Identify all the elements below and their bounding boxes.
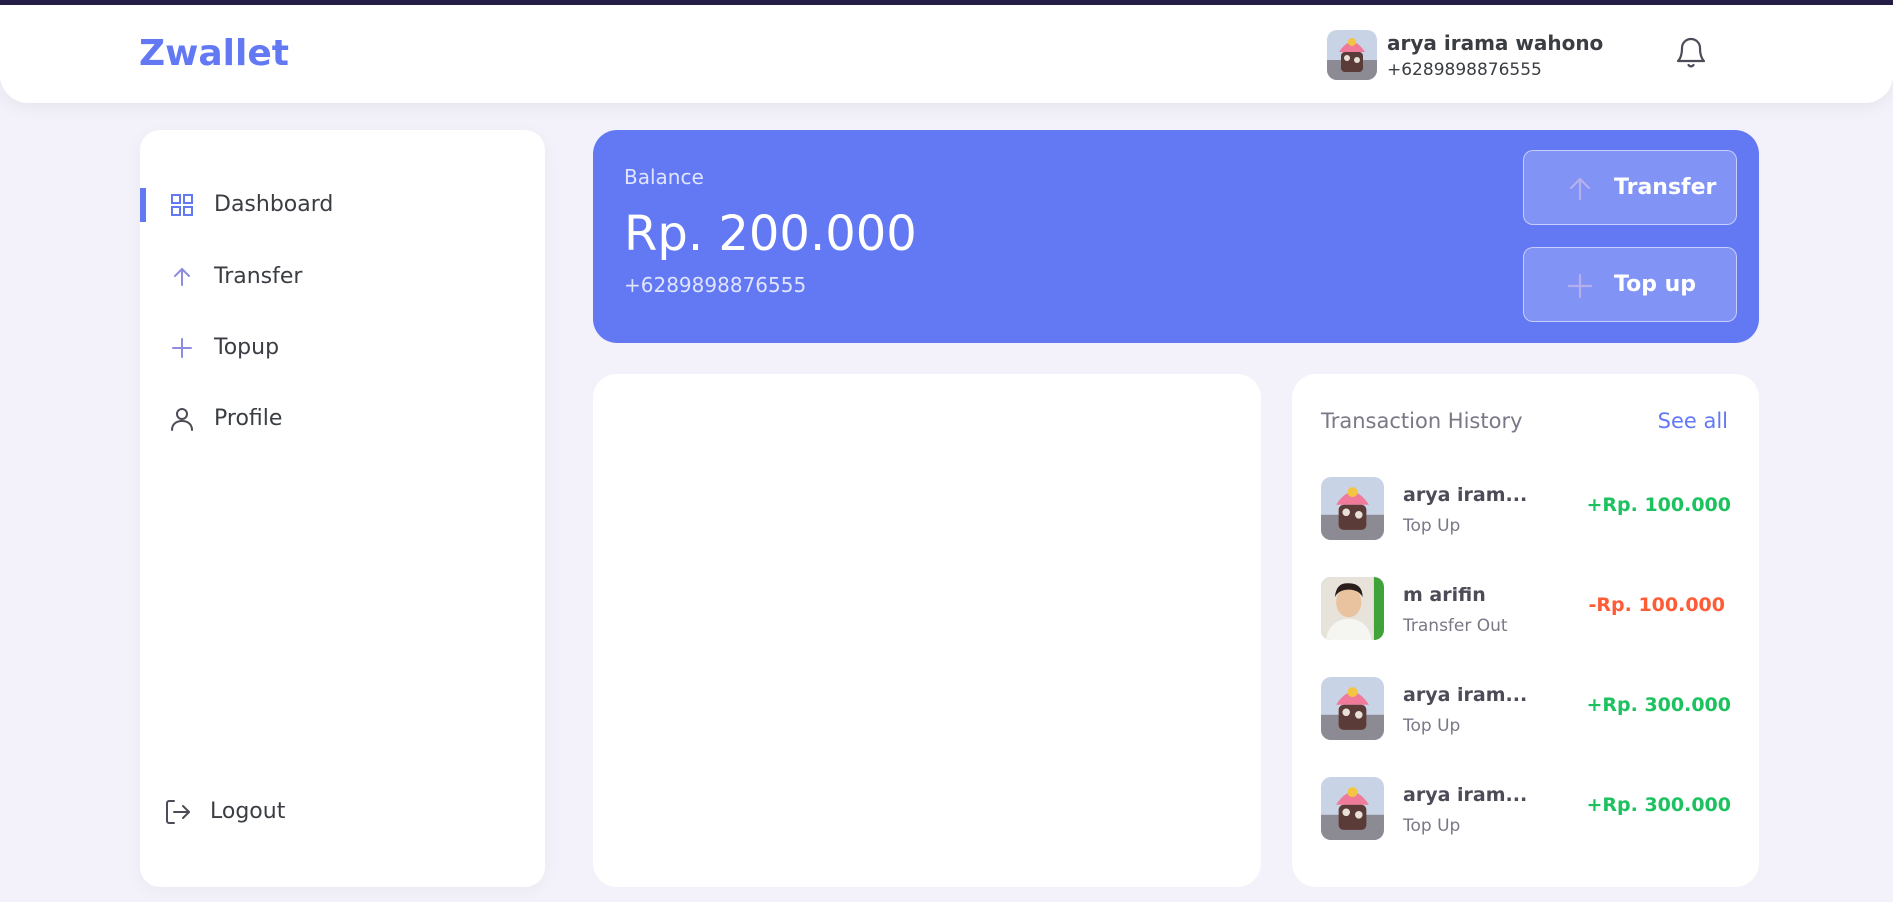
plus-icon — [169, 335, 195, 361]
app-logo[interactable]: Zwallet — [139, 33, 289, 74]
transaction-amount: +Rp. 300.000 — [1586, 794, 1731, 816]
topup-button-label: Top up — [1614, 272, 1697, 297]
transaction-name: arya iram... — [1403, 684, 1528, 706]
transfer-button-label: Transfer — [1614, 175, 1717, 200]
transaction-avatar — [1321, 577, 1384, 640]
sidebar-item-label: Dashboard — [214, 192, 334, 217]
transaction-type: Top Up — [1403, 516, 1461, 536]
sidebar-item-transfer[interactable]: Transfer — [140, 257, 545, 297]
user-name: arya irama wahono — [1387, 31, 1604, 55]
transaction-avatar — [1321, 777, 1384, 840]
bell-icon[interactable] — [1675, 36, 1707, 70]
transaction-type: Transfer Out — [1403, 616, 1508, 636]
grid-icon — [169, 192, 195, 218]
transaction-type: Top Up — [1403, 816, 1461, 836]
sidebar-item-logout[interactable]: Logout — [140, 792, 545, 832]
active-indicator — [140, 188, 146, 222]
topup-button[interactable]: Top up — [1523, 247, 1737, 322]
sidebar-item-label: Transfer — [214, 264, 303, 289]
chart-panel — [593, 374, 1261, 887]
transaction-name: arya iram... — [1403, 484, 1528, 506]
header: Zwallet arya irama wahono +6289898876555 — [0, 5, 1893, 103]
sidebar-item-label: Topup — [214, 335, 280, 360]
sidebar: Dashboard Transfer Topup Profile Logout — [140, 130, 545, 887]
transaction-name: arya iram... — [1403, 784, 1528, 806]
transaction-history-title: Transaction History — [1321, 409, 1523, 433]
transaction-row[interactable]: arya iram... Top Up +Rp. 100.000 — [1321, 476, 1731, 540]
transaction-name: m arifin — [1403, 584, 1486, 606]
transfer-button[interactable]: Transfer — [1523, 150, 1737, 225]
transaction-amount: +Rp. 100.000 — [1586, 494, 1731, 516]
balance-label: Balance — [624, 165, 704, 189]
user-icon — [169, 406, 195, 432]
arrow-up-icon — [169, 264, 195, 290]
plus-icon — [1566, 272, 1594, 300]
transaction-row[interactable]: arya iram... Top Up +Rp. 300.000 — [1321, 676, 1731, 740]
balance-phone: +6289898876555 — [624, 273, 807, 297]
arrow-up-icon — [1566, 175, 1594, 203]
transaction-row[interactable]: m arifin Transfer Out -Rp. 100.000 — [1321, 576, 1731, 640]
transaction-type: Top Up — [1403, 716, 1461, 736]
balance-card: Balance Rp. 200.000 +6289898876555 Trans… — [593, 130, 1759, 343]
logout-icon — [164, 798, 192, 826]
sidebar-item-label: Profile — [214, 406, 283, 431]
sidebar-item-profile[interactable]: Profile — [140, 399, 545, 439]
user-avatar[interactable] — [1327, 30, 1377, 80]
see-all-link[interactable]: See all — [1658, 409, 1728, 433]
balance-amount: Rp. 200.000 — [624, 206, 917, 262]
logout-label: Logout — [210, 799, 286, 824]
sidebar-item-topup[interactable]: Topup — [140, 328, 545, 368]
transaction-avatar — [1321, 477, 1384, 540]
transaction-history-panel: Transaction History See all arya iram...… — [1292, 374, 1759, 887]
user-phone: +6289898876555 — [1387, 60, 1542, 80]
avatar-image — [1327, 30, 1377, 80]
transaction-avatar — [1321, 677, 1384, 740]
transaction-amount: +Rp. 300.000 — [1586, 694, 1731, 716]
transaction-row[interactable]: arya iram... Top Up +Rp. 300.000 — [1321, 776, 1731, 840]
transaction-amount: -Rp. 100.000 — [1588, 594, 1726, 616]
sidebar-item-dashboard[interactable]: Dashboard — [140, 185, 545, 225]
